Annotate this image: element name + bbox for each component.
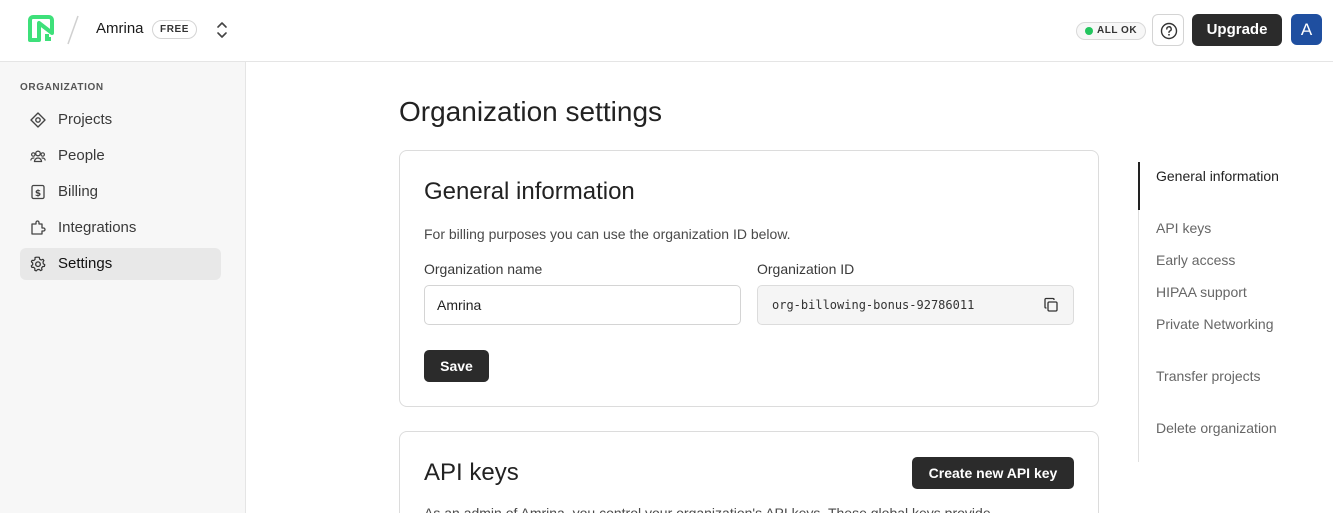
status-dot-icon bbox=[1085, 27, 1093, 35]
sidebar: ORGANIZATION Projects People $ Billing I… bbox=[0, 62, 246, 513]
question-mark-icon bbox=[1160, 22, 1178, 40]
org-id-value: org-billowing-bonus-92786011 bbox=[772, 298, 975, 312]
sidebar-item-label: People bbox=[58, 147, 105, 164]
toc-item-private-networking[interactable]: Private Networking bbox=[1156, 314, 1296, 334]
toc-item-hipaa-support[interactable]: HIPAA support bbox=[1156, 282, 1296, 302]
top-bar: Amrina FREE ALL OK Upgrade A bbox=[0, 0, 1333, 62]
sidebar-item-billing[interactable]: $ Billing bbox=[20, 176, 221, 208]
projects-icon bbox=[30, 112, 46, 128]
status-label: ALL OK bbox=[1097, 25, 1138, 36]
sidebar-item-label: Integrations bbox=[58, 219, 137, 236]
people-icon bbox=[30, 148, 46, 164]
neon-logo-icon[interactable] bbox=[27, 15, 55, 43]
breadcrumb-separator bbox=[66, 14, 80, 46]
chevron-up-down-icon[interactable] bbox=[214, 19, 230, 41]
billing-icon: $ bbox=[30, 184, 46, 200]
toc-item-api-keys[interactable]: API keys bbox=[1156, 218, 1296, 238]
org-name-input[interactable] bbox=[424, 285, 741, 325]
api-keys-card: API keys Create new API key As an admin … bbox=[399, 431, 1099, 513]
toc-item-transfer-projects[interactable]: Transfer projects bbox=[1156, 366, 1296, 386]
help-button[interactable] bbox=[1152, 14, 1184, 46]
org-name[interactable]: Amrina bbox=[96, 20, 144, 37]
status-badge[interactable]: ALL OK bbox=[1076, 22, 1147, 40]
toc-item-delete-organization[interactable]: Delete organization bbox=[1156, 418, 1296, 438]
section-description: As an admin of Amrina, you control your … bbox=[424, 505, 991, 513]
toc-item-early-access[interactable]: Early access bbox=[1156, 250, 1296, 270]
page-title: Organization settings bbox=[399, 96, 663, 127]
org-id-label: Organization ID bbox=[757, 261, 855, 277]
sidebar-item-integrations[interactable]: Integrations bbox=[20, 212, 221, 244]
sidebar-item-projects[interactable]: Projects bbox=[20, 104, 221, 136]
general-information-card: General information For billing purposes… bbox=[399, 150, 1099, 407]
section-title: API keys bbox=[424, 459, 519, 486]
avatar[interactable]: A bbox=[1291, 14, 1322, 45]
org-name-label: Organization name bbox=[424, 261, 543, 277]
toc-active-indicator bbox=[1138, 162, 1140, 210]
sidebar-item-settings[interactable]: Settings bbox=[20, 248, 221, 280]
sidebar-item-people[interactable]: People bbox=[20, 140, 221, 172]
section-description: For billing purposes you can use the org… bbox=[424, 226, 791, 242]
sidebar-item-label: Billing bbox=[58, 183, 99, 200]
integrations-icon bbox=[30, 220, 46, 236]
section-title: General information bbox=[424, 178, 635, 205]
sidebar-item-label: Settings bbox=[58, 255, 113, 272]
plan-badge: FREE bbox=[152, 20, 198, 39]
org-id-field: org-billowing-bonus-92786011 bbox=[757, 285, 1074, 325]
upgrade-button[interactable]: Upgrade bbox=[1192, 14, 1282, 46]
svg-text:$: $ bbox=[35, 189, 41, 199]
sidebar-section-label: ORGANIZATION bbox=[20, 82, 104, 93]
sidebar-item-label: Projects bbox=[58, 111, 113, 128]
on-this-page-nav: General information API keys Early acces… bbox=[1138, 162, 1308, 462]
copy-icon[interactable] bbox=[1043, 297, 1059, 313]
create-api-key-button[interactable]: Create new API key bbox=[912, 457, 1074, 489]
settings-icon bbox=[30, 256, 46, 272]
toc-item-general-information[interactable]: General information bbox=[1156, 166, 1296, 186]
save-button[interactable]: Save bbox=[424, 350, 489, 382]
